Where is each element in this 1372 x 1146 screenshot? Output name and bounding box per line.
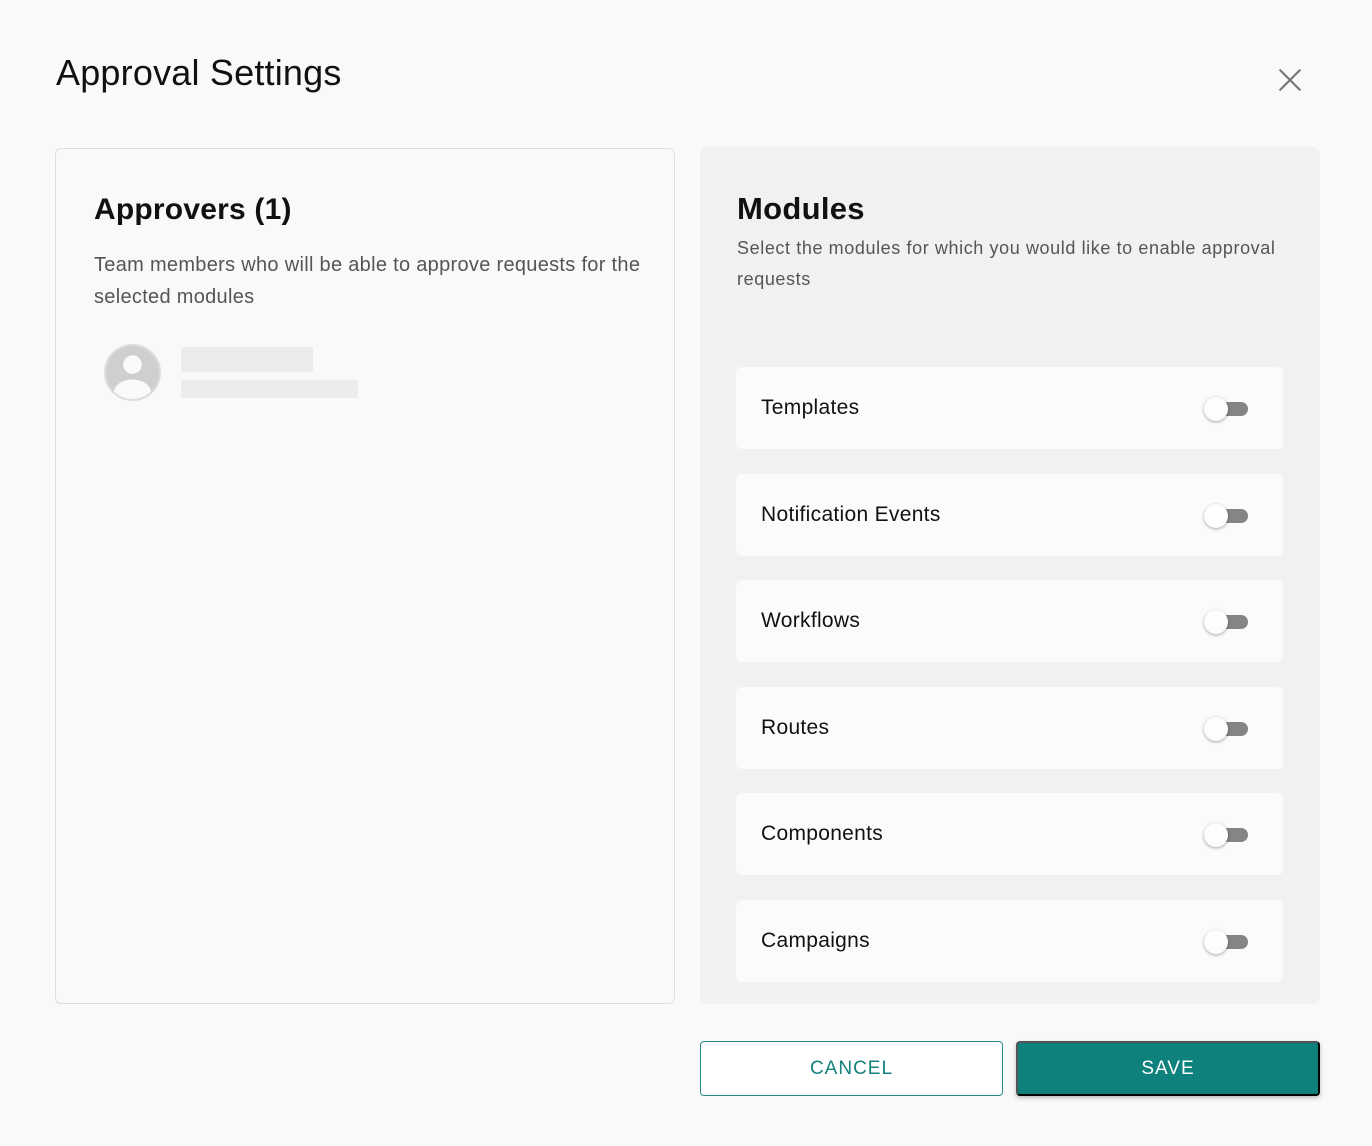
module-item-templates: Templates — [736, 367, 1283, 449]
dialog-title: Approval Settings — [56, 52, 342, 93]
cancel-button[interactable]: CANCEL — [700, 1041, 1003, 1096]
module-label: Templates — [761, 396, 860, 419]
approval-settings-dialog: Approval Settings Approvers (1) Team mem… — [0, 0, 1372, 1146]
close-icon — [1279, 69, 1301, 91]
user-avatar-icon — [104, 344, 161, 401]
module-label: Routes — [761, 715, 830, 739]
modules-description: Select the modules for which you would l… — [737, 238, 1276, 289]
approver-item — [104, 344, 404, 404]
notification-events-toggle[interactable] — [1204, 503, 1250, 528]
approvers-description: Team members who will be able to approve… — [94, 254, 641, 308]
components-toggle[interactable] — [1204, 823, 1250, 847]
approver-email-placeholder — [181, 380, 358, 398]
module-label: Notification Events — [761, 502, 941, 526]
module-item-notification-events: Notification Events — [736, 473, 1283, 556]
module-item-workflows: Workflows — [736, 580, 1283, 662]
module-label: Components — [761, 822, 884, 845]
close-button[interactable] — [1272, 62, 1308, 98]
module-item-routes: Routes — [736, 686, 1283, 769]
approver-name-placeholder — [181, 347, 313, 372]
module-list: Templates Notification Events Workflows … — [736, 367, 1284, 1006]
routes-toggle[interactable] — [1204, 716, 1250, 741]
save-button[interactable]: SAVE — [1016, 1041, 1320, 1096]
module-label: Workflows — [761, 609, 861, 632]
modules-title: Modules — [737, 191, 865, 226]
templates-toggle[interactable] — [1204, 397, 1250, 421]
module-item-campaigns: Campaigns — [736, 899, 1283, 982]
module-label: Campaigns — [761, 928, 870, 952]
approvers-panel: Approvers (1) Team members who will be a… — [55, 148, 675, 1004]
approvers-title: Approvers (1) — [94, 193, 292, 226]
workflows-toggle[interactable] — [1204, 610, 1250, 634]
modules-panel: Modules Select the modules for which you… — [700, 147, 1320, 1004]
campaigns-toggle[interactable] — [1204, 929, 1250, 954]
module-item-components: Components — [736, 793, 1283, 875]
